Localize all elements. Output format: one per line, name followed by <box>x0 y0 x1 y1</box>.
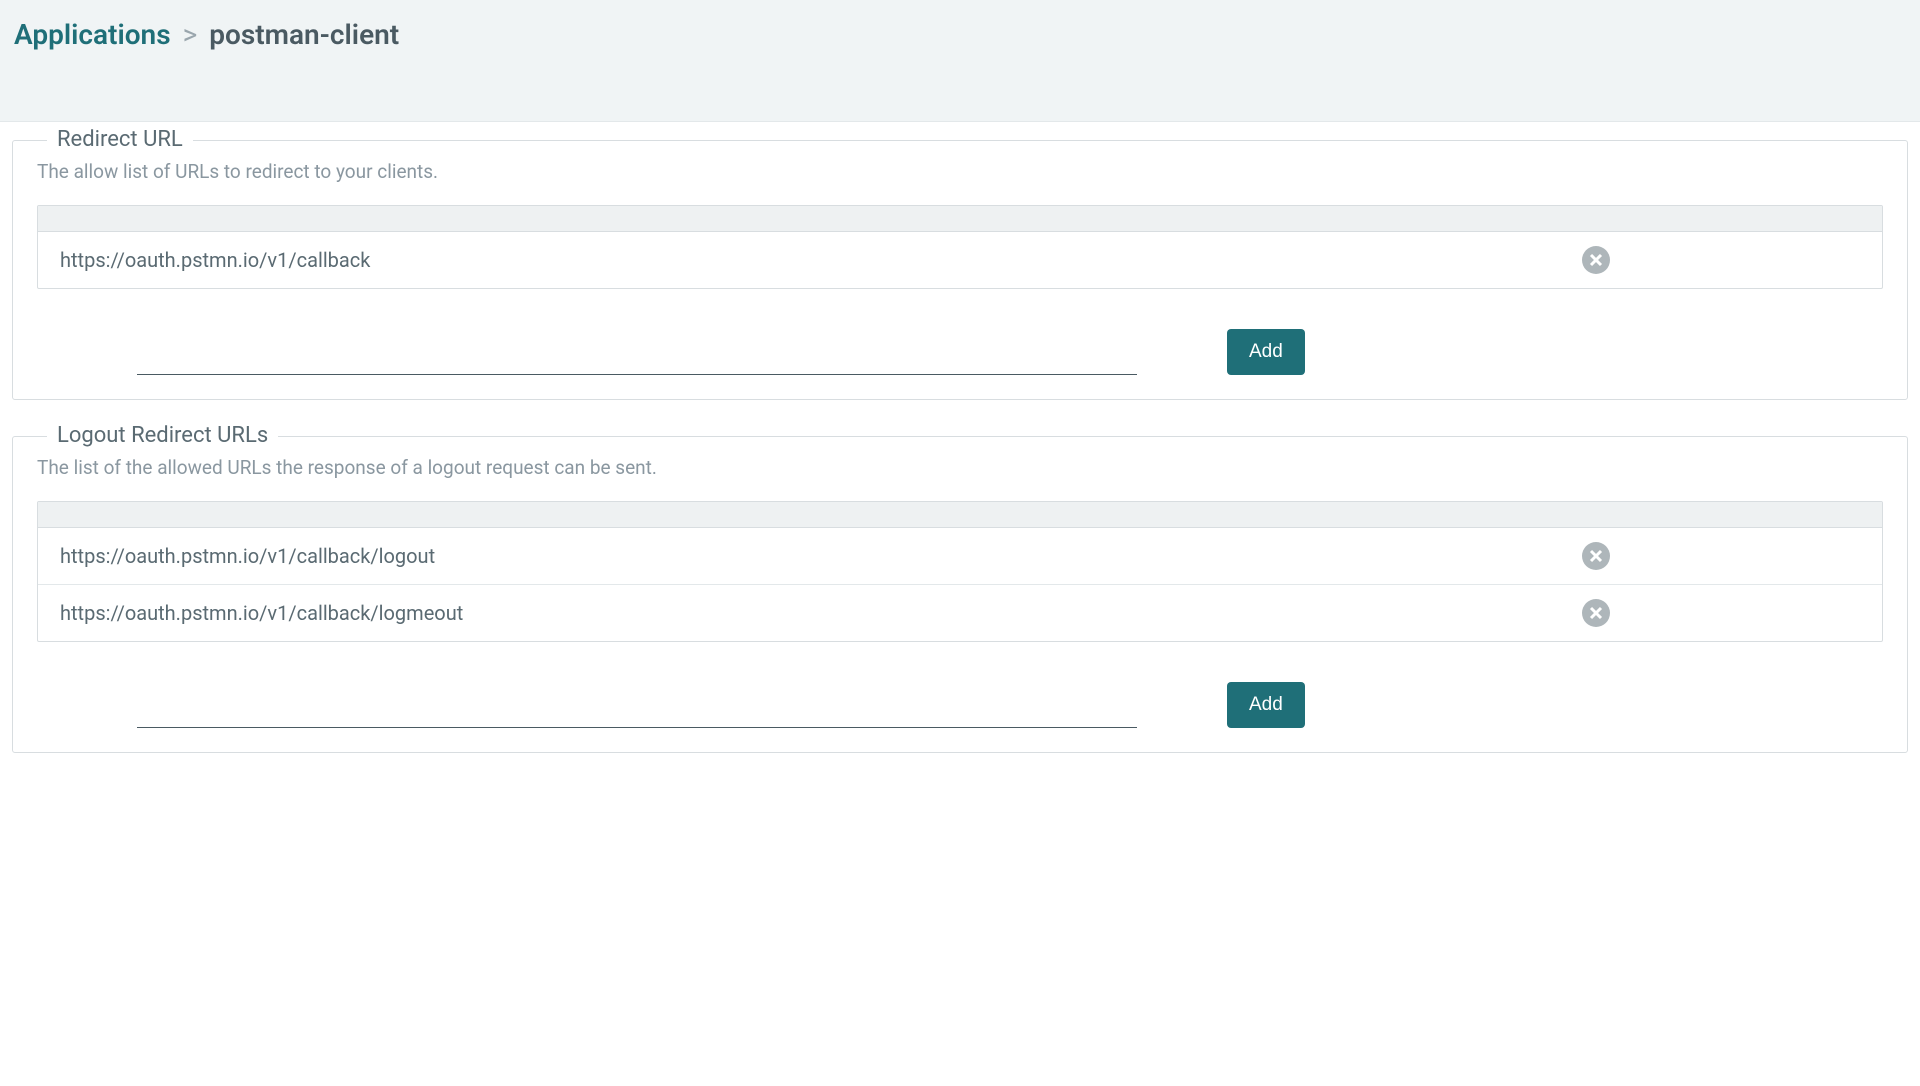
logout-url-table: https://oauth.pstmn.io/v1/callback/logou… <box>37 501 1883 642</box>
add-url-row: Add <box>37 329 1883 375</box>
main-content: Redirect URL The allow list of URLs to r… <box>0 122 1920 807</box>
page-header: Applications > postman-client <box>0 0 1920 122</box>
add-redirect-button[interactable]: Add <box>1227 329 1305 375</box>
logout-description: The list of the allowed URLs the respons… <box>37 456 1883 479</box>
logout-redirect-section: Logout Redirect URLs The list of the all… <box>12 436 1908 753</box>
logout-url-input[interactable] <box>137 694 1137 728</box>
add-logout-button[interactable]: Add <box>1227 682 1305 728</box>
add-url-row: Add <box>37 682 1883 728</box>
breadcrumb-current: postman-client <box>209 18 399 51</box>
redirect-url-table: https://oauth.pstmn.io/v1/callback <box>37 205 1883 289</box>
close-icon <box>1589 606 1603 620</box>
url-value: https://oauth.pstmn.io/v1/callback <box>60 248 1582 272</box>
delete-url-button[interactable] <box>1582 246 1610 274</box>
url-value: https://oauth.pstmn.io/v1/callback/logou… <box>60 544 1582 568</box>
table-row: https://oauth.pstmn.io/v1/callback/logme… <box>38 585 1882 641</box>
table-row: https://oauth.pstmn.io/v1/callback <box>38 232 1882 288</box>
close-icon <box>1589 549 1603 563</box>
chevron-right-icon: > <box>183 18 198 51</box>
breadcrumb: Applications > postman-client <box>14 18 1906 51</box>
redirect-description: The allow list of URLs to redirect to yo… <box>37 160 1883 183</box>
table-row: https://oauth.pstmn.io/v1/callback/logou… <box>38 528 1882 585</box>
redirect-url-section: Redirect URL The allow list of URLs to r… <box>12 140 1908 400</box>
breadcrumb-root-link[interactable]: Applications <box>14 18 171 51</box>
redirect-legend: Redirect URL <box>47 127 193 152</box>
table-header <box>38 502 1882 528</box>
redirect-url-input[interactable] <box>137 341 1137 375</box>
delete-url-button[interactable] <box>1582 542 1610 570</box>
url-value: https://oauth.pstmn.io/v1/callback/logme… <box>60 601 1582 625</box>
delete-url-button[interactable] <box>1582 599 1610 627</box>
logout-legend: Logout Redirect URLs <box>47 423 278 448</box>
close-icon <box>1589 253 1603 267</box>
table-header <box>38 206 1882 232</box>
